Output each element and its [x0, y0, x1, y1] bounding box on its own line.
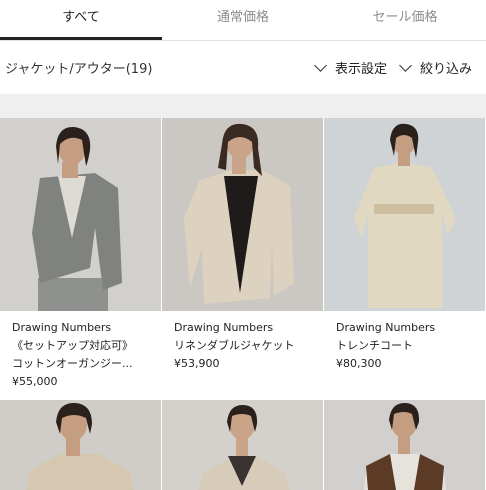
product-card[interactable] — [324, 400, 485, 490]
product-name-line1: 《セットアップ対応可》 — [12, 339, 133, 352]
product-name-line1: トレンチコート — [336, 339, 413, 352]
tab-sale-price[interactable]: セール価格 — [324, 0, 486, 40]
filter-bar: ジャケット/アウター(19) 表示設定 絞り込み — [0, 41, 486, 94]
product-image[interactable] — [0, 400, 161, 490]
display-settings-button[interactable]: 表示設定 — [314, 58, 387, 77]
tab-bar: すべて 通常価格 セール価格 — [0, 0, 486, 40]
product-info: Drawing Numbers トレンチコート ¥80,300 — [324, 311, 485, 373]
tab-all[interactable]: すべて — [0, 0, 162, 40]
product-brand: Drawing Numbers — [174, 321, 274, 334]
tab-regular-price[interactable]: 通常価格 — [162, 0, 324, 40]
product-image[interactable] — [0, 118, 161, 311]
product-image[interactable] — [162, 118, 323, 311]
display-settings-label: 表示設定 — [334, 62, 387, 77]
product-name-line1: リネンダブルジャケット — [174, 339, 295, 352]
product-image[interactable] — [324, 118, 485, 311]
product-card[interactable]: Drawing Numbers リネンダブルジャケット ¥53,900 — [162, 118, 323, 373]
product-brand: Drawing Numbers — [336, 321, 436, 334]
chevron-down-icon — [314, 58, 327, 72]
product-info: Drawing Numbers リネンダブルジャケット ¥53,900 — [162, 311, 323, 373]
chevron-down-icon — [399, 58, 412, 72]
product-price: ¥55,000 — [12, 375, 58, 388]
product-price: ¥80,300 — [336, 357, 382, 370]
narrow-down-button[interactable]: 絞り込み — [399, 58, 472, 77]
product-card[interactable]: Drawing Numbers 《セットアップ対応可》 コットンオーガンジー..… — [0, 118, 161, 391]
product-price: ¥53,900 — [174, 357, 220, 370]
product-brand: Drawing Numbers — [12, 321, 112, 334]
product-card[interactable] — [162, 400, 323, 490]
product-image[interactable] — [162, 400, 323, 490]
product-info: Drawing Numbers 《セットアップ対応可》 コットンオーガンジー..… — [0, 311, 161, 391]
narrow-down-label: 絞り込み — [419, 62, 472, 77]
product-image[interactable] — [324, 400, 485, 490]
product-card[interactable]: Drawing Numbers トレンチコート ¥80,300 — [324, 118, 485, 373]
section-spacer — [0, 94, 486, 118]
product-name-line2: コットンオーガンジー... — [12, 357, 133, 370]
category-label: ジャケット/アウター(19) — [5, 62, 153, 77]
product-card[interactable] — [0, 400, 161, 490]
